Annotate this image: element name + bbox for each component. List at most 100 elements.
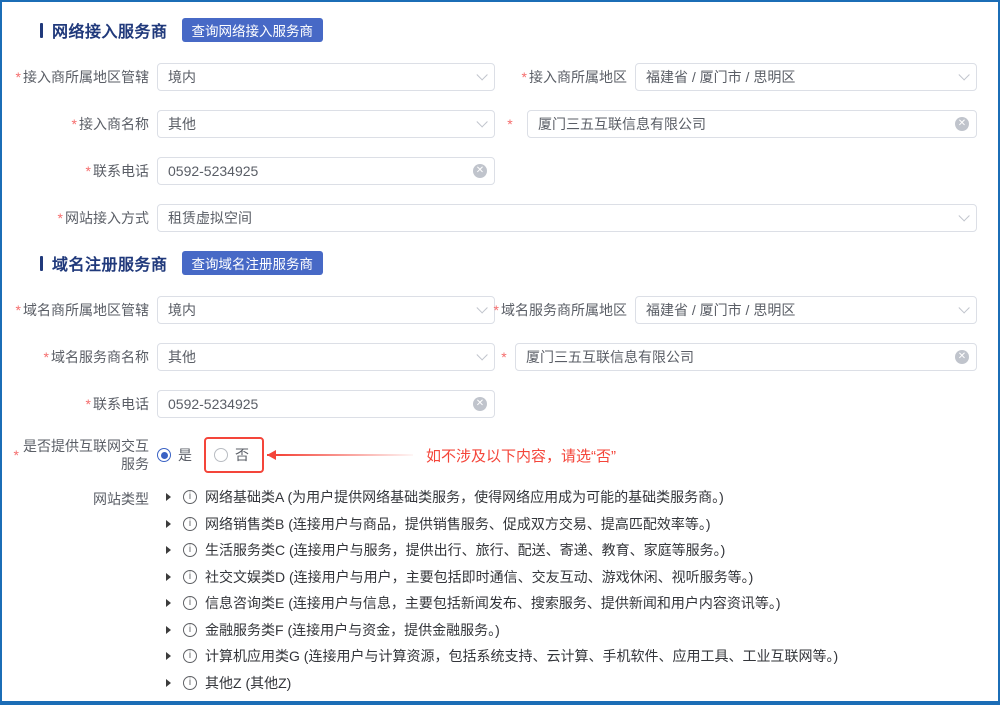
form-row: * 联系电话 ✕ <box>10 390 977 418</box>
form-row: * 接入商所属地区管辖 境内 * 接入商所属地区 福建省 / 厦门市 / 思明区 <box>10 63 977 91</box>
input-wrapper: ✕ <box>157 390 495 418</box>
input-wrapper: ✕ <box>527 110 977 138</box>
radio-checked-icon[interactable] <box>157 448 171 462</box>
chevron-down-icon <box>958 69 969 80</box>
required-marker: * <box>72 116 77 132</box>
expand-triangle-icon[interactable] <box>166 573 171 581</box>
query-domain-registrar-button[interactable]: 查询域名注册服务商 <box>182 251 324 275</box>
field-label: * 接入商所属地区管辖 <box>10 67 157 87</box>
info-glyph: i <box>189 650 191 662</box>
chevron-down-icon <box>476 302 487 313</box>
clear-icon[interactable]: ✕ <box>955 350 969 364</box>
input-wrapper: ✕ <box>515 343 977 371</box>
info-icon[interactable]: i <box>183 676 197 690</box>
radio-yes-label: 是 <box>178 445 192 465</box>
field-label: * 域名服务商所属地区 <box>495 300 635 320</box>
site-type-item: i 金融服务类F (连接用户与资金，提供金融服务。) <box>157 617 977 644</box>
site-type-item: i 社交文娱类D (连接用户与用户，主要包括即时通信、交友互动、游戏休闲、视听服… <box>157 564 977 591</box>
site-type-item: i 网络基础类A (为用户提供网络基础类服务，使得网络应用成为可能的基础类服务商… <box>157 484 977 511</box>
expand-triangle-icon[interactable] <box>166 599 171 607</box>
field-label-text: 是否提供互联网交互服务 <box>21 437 149 473</box>
access-method-select[interactable]: 租赁虚拟空间 <box>157 204 977 232</box>
field-label: * 是否提供互联网交互服务 <box>10 437 157 473</box>
access-provider-name-select[interactable]: 其他 <box>157 110 495 138</box>
chevron-down-icon <box>476 69 487 80</box>
site-type-label: 网络基础类A (为用户提供网络基础类服务，使得网络应用成为可能的基础类服务商。) <box>205 487 724 507</box>
access-region-admin-select[interactable]: 境内 <box>157 63 495 91</box>
domain-region-select[interactable]: 福建省 / 厦门市 / 思明区 <box>635 296 977 324</box>
expand-triangle-icon[interactable] <box>166 493 171 501</box>
clear-icon[interactable]: ✕ <box>955 117 969 131</box>
domain-provider-name-select[interactable]: 其他 <box>157 343 495 371</box>
required-marker: * <box>495 116 525 132</box>
site-type-item: i 信息咨询类E (连接用户与信息，主要包括新闻发布、搜索服务、提供新闻和用户内… <box>157 590 977 617</box>
site-type-label: 其他Z (其他Z) <box>205 673 291 693</box>
radio-no[interactable]: 否 <box>214 445 249 465</box>
chevron-down-icon <box>476 116 487 127</box>
site-type-label: 信息咨询类E (连接用户与信息，主要包括新闻发布、搜索服务、提供新闻和用户内容资… <box>205 593 781 613</box>
site-type-label: 生活服务类C (连接用户与服务，提供出行、旅行、配送、寄递、教育、家庭等服务。) <box>205 540 725 560</box>
radio-yes[interactable]: 是 <box>157 445 192 465</box>
info-icon[interactable]: i <box>183 570 197 584</box>
field-label: * 网站接入方式 <box>10 208 157 228</box>
required-marker: * <box>86 396 91 412</box>
site-type-label: 网络销售类B (连接用户与商品，提供销售服务、促成双方交易、提高匹配效率等。) <box>205 514 711 534</box>
info-icon[interactable]: i <box>183 490 197 504</box>
field-label-text: 联系电话 <box>93 161 149 181</box>
info-glyph: i <box>189 571 191 583</box>
form-row: * 网站接入方式 租赁虚拟空间 <box>10 204 977 232</box>
access-phone-input[interactable] <box>157 157 495 185</box>
select-value: 其他 <box>168 347 196 367</box>
chevron-down-icon <box>958 302 969 313</box>
required-marker: * <box>16 302 21 318</box>
clear-icon[interactable]: ✕ <box>473 397 487 411</box>
field-label-text: 联系电话 <box>93 394 149 414</box>
domain-phone-input[interactable] <box>157 390 495 418</box>
select-value: 境内 <box>168 300 196 320</box>
section-title-domain: 域名注册服务商 <box>52 251 168 275</box>
radio-no-highlight-box: 否 <box>204 437 264 473</box>
info-icon[interactable]: i <box>183 543 197 557</box>
expand-triangle-icon[interactable] <box>166 520 171 528</box>
expand-triangle-icon[interactable] <box>166 679 171 687</box>
info-icon[interactable]: i <box>183 596 197 610</box>
info-glyph: i <box>189 677 191 689</box>
expand-triangle-icon[interactable] <box>166 652 171 660</box>
required-marker: * <box>44 349 49 365</box>
query-access-provider-button[interactable]: 查询网络接入服务商 <box>182 18 324 42</box>
expand-triangle-icon[interactable] <box>166 546 171 554</box>
info-glyph: i <box>189 597 191 609</box>
site-type-label: 金融服务类F (连接用户与资金，提供金融服务。) <box>205 620 500 640</box>
domain-region-admin-select[interactable]: 境内 <box>157 296 495 324</box>
site-type-item: i 生活服务类C (连接用户与服务，提供出行、旅行、配送、寄递、教育、家庭等服务… <box>157 537 977 564</box>
icp-provider-form: 网络接入服务商 查询网络接入服务商 * 接入商所属地区管辖 境内 * 接入商所属… <box>0 0 1000 705</box>
access-region-select[interactable]: 福建省 / 厦门市 / 思明区 <box>635 63 977 91</box>
clear-icon[interactable]: ✕ <box>473 164 487 178</box>
section-accent-bar <box>40 23 43 38</box>
field-label-text: 域名服务商名称 <box>51 347 149 367</box>
select-value: 租赁虚拟空间 <box>168 208 252 228</box>
required-marker: * <box>58 210 63 226</box>
access-provider-other-input[interactable] <box>527 110 977 138</box>
site-type-item: i 计算机应用类G (连接用户与计算资源，包括系统支持、云计算、手机软件、应用工… <box>157 643 977 670</box>
required-marker: * <box>522 69 527 85</box>
select-value: 福建省 / 厦门市 / 思明区 <box>646 67 795 87</box>
info-icon[interactable]: i <box>183 623 197 637</box>
chevron-down-icon <box>476 349 487 360</box>
select-value: 境内 <box>168 67 196 87</box>
site-type-label: 计算机应用类G (连接用户与计算资源，包括系统支持、云计算、手机软件、应用工具、… <box>205 646 838 666</box>
radio-unchecked-icon[interactable] <box>214 448 228 462</box>
info-glyph: i <box>189 624 191 636</box>
domain-provider-other-input[interactable] <box>515 343 977 371</box>
required-marker: * <box>16 69 21 85</box>
site-type-section: 网站类型 i 网络基础类A (为用户提供网络基础类服务，使得网络应用成为可能的基… <box>10 484 977 696</box>
required-marker: * <box>494 302 499 318</box>
info-icon[interactable]: i <box>183 649 197 663</box>
required-marker: * <box>86 163 91 179</box>
required-marker: * <box>495 349 513 365</box>
form-row: * 联系电话 ✕ <box>10 157 977 185</box>
expand-triangle-icon[interactable] <box>166 626 171 634</box>
info-icon[interactable]: i <box>183 517 197 531</box>
site-type-item: i 网络销售类B (连接用户与商品，提供销售服务、促成双方交易、提高匹配效率等。… <box>157 511 977 538</box>
info-glyph: i <box>189 491 191 503</box>
